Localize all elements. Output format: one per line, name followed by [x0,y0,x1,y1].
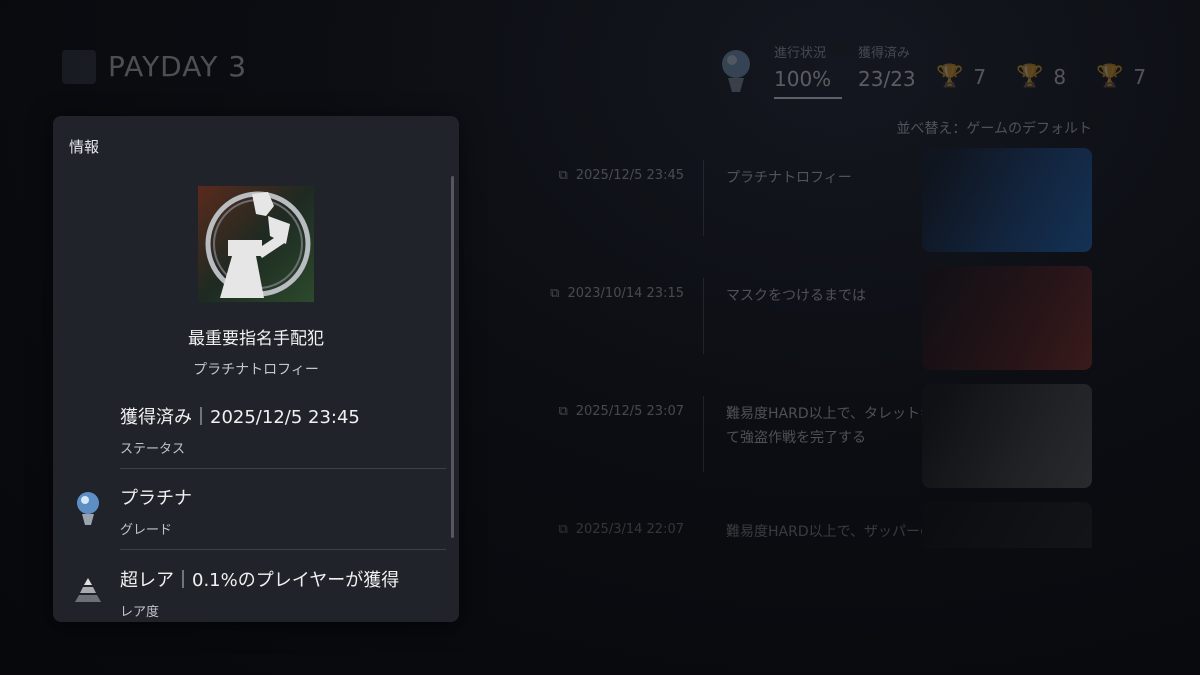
grade-label: グレード [120,523,173,538]
status-row: 獲得済み｜2025/12/5 23:45 ステータス [120,403,446,457]
platform-icon: ⧉ [550,286,560,301]
gold-trophy-icon: 🏆 [936,64,964,89]
divider [120,468,446,469]
game-icon [62,50,96,84]
rarity-label: レア度 [120,605,160,620]
progress-label: 進行状況 [774,46,827,61]
trophy-list-item[interactable]: ⧉ 2025/12/5 23:07 難易度HARD以上で、タレットキルを50以上… [470,384,1092,488]
panel-title: 情報 [69,138,100,156]
game-title: PAYDAY 3 [108,50,248,83]
platinum-trophy-icon [722,50,750,92]
rarity-pyramid-icon [75,578,101,602]
platform-icon: ⧉ [558,404,568,419]
rarity-row: 超レア｜0.1%のプレイヤーが獲得 レア度 [120,566,446,620]
trophy-list-item[interactable]: ⧉ 2023/10/14 23:15 マスクをつけるまでは [470,266,1092,370]
platform-icon: ⧉ [558,522,568,537]
gold-trophy-count: 🏆 7 [936,64,986,89]
trophy-thumbnail [922,266,1092,370]
trophy-thumbnail [922,502,1092,548]
earned-label: 獲得済み [858,46,911,61]
progress-stat: 進行状況 100% [774,42,842,99]
trophy-list-item[interactable]: ⧉ 2025/12/5 23:45 プラチナトロフィー [470,148,1092,252]
rarity-value: 超レア｜0.1%のプレイヤーが獲得 [120,570,400,591]
platinum-grade-icon [77,492,99,525]
trophy-date-text: 2025/12/5 23:07 [575,404,684,419]
status-label: ステータス [120,442,186,457]
row-separator [703,278,704,354]
trophy-art-icon [198,186,314,302]
trophy-date-text: 2023/10/14 23:15 [567,286,684,301]
trophy-earned-date: ⧉ 2025/3/14 22:07 [558,522,684,537]
earned-stat: 獲得済み 23/23 [858,42,916,91]
progress-bar [774,97,842,99]
silver-trophy-count: 🏆 8 [1016,64,1066,89]
panel-scrollbar[interactable] [451,176,454,538]
gold-count: 7 [973,64,987,89]
trophy-type: プラチナトロフィー [193,362,319,378]
status-value: 獲得済み｜2025/12/5 23:45 [120,407,360,428]
divider [120,549,446,550]
progress-value: 100% [774,67,832,91]
sort-button[interactable]: 並べ替え：ゲームのデフォルト [896,118,1092,138]
silver-count: 8 [1053,64,1067,89]
trophy-date-text: 2025/12/5 23:45 [575,168,684,183]
row-separator [703,160,704,236]
bronze-count: 7 [1133,64,1147,89]
trophy-earned-date: ⧉ 2023/10/14 23:15 [550,286,684,301]
earned-value: 23/23 [858,67,916,91]
platform-icon: ⧉ [558,168,568,183]
trophy-name: 最重要指名手配犯 [188,329,324,349]
trophy-list-item[interactable]: ⧉ 2025/3/14 22:07 難易度HARD以上で、ザッパーのバッテリーパ… [470,502,1092,548]
trophy-info-panel: 情報 最重要指名手配犯 プラチナトロフィー 獲得済み｜2025/12/5 23:… [53,116,459,622]
trophy-thumbnail [922,384,1092,488]
silver-trophy-icon: 🏆 [1016,64,1044,89]
grade-row: プラチナ グレード [120,484,446,538]
bronze-trophy-count: 🏆 7 [1096,64,1146,89]
row-separator [703,396,704,472]
trophy-earned-date: ⧉ 2025/12/5 23:45 [558,168,684,183]
grade-value: プラチナ [120,488,192,509]
trophy-date-text: 2025/3/14 22:07 [575,522,684,537]
trophy-earned-date: ⧉ 2025/12/5 23:07 [558,404,684,419]
trophy-thumbnail [922,148,1092,252]
bronze-trophy-icon: 🏆 [1096,64,1124,89]
